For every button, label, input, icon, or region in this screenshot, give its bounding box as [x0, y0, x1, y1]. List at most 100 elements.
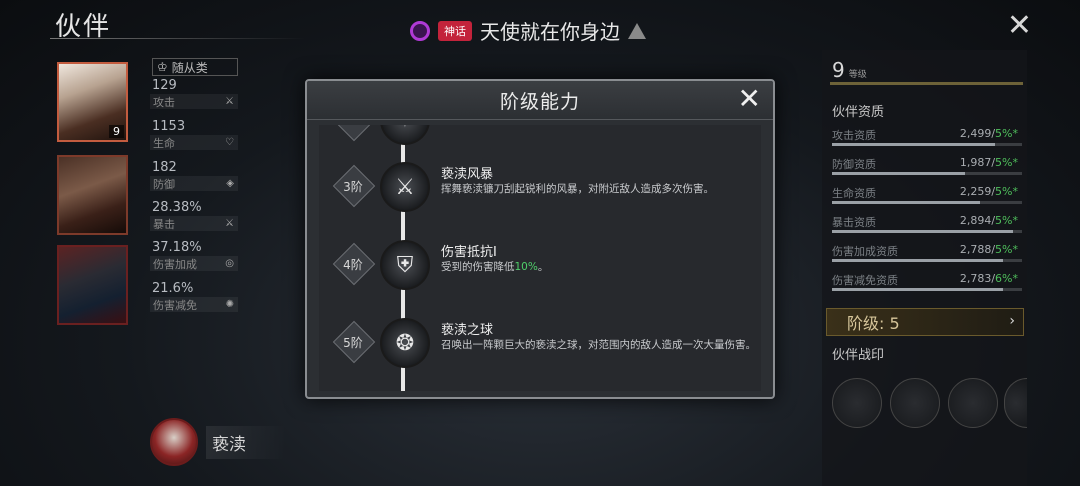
stat-label: 攻击 — [153, 95, 175, 109]
stat-dmgreduce-label: 伤害减免 ✺ — [150, 297, 238, 312]
level-value: 9 — [832, 58, 845, 82]
desc-text: 受到的伤害降低 — [441, 261, 515, 273]
stat-crit-value: 28.38% — [152, 200, 202, 215]
aptitude-bar — [832, 288, 1022, 291]
aptitude-label: 生命资质 — [832, 187, 876, 200]
stat-crit-label: 暴击 ⚔ — [150, 216, 238, 231]
aptitude-value: 2,259/5%* — [959, 185, 1018, 198]
aptitude-row: 伤害减免资质 2,783/6%* — [832, 272, 1022, 292]
portrait-level: 9 — [109, 125, 124, 138]
tier-marker-partial — [332, 125, 376, 142]
seal-slot-3[interactable] — [948, 378, 998, 428]
aptitude-value: 2,499/5%* — [959, 127, 1018, 140]
stat-attack-value: 129 — [152, 78, 177, 93]
aptitude-value: 2,783/6%* — [959, 272, 1018, 285]
desc-text: 召唤出一阵颗巨大的亵渎之球，对范围内的敌人造成一次大量伤害。 — [441, 339, 756, 351]
stat-defense-value: 182 — [152, 160, 177, 175]
stat-dmgbonus-label: 伤害加成 ◎ — [150, 256, 238, 271]
stat-label: 生命 — [153, 136, 175, 150]
stat-dmgbonus-value: 37.18% — [152, 240, 202, 255]
stat-label: 伤害减免 — [153, 298, 197, 312]
hero-name: 亵渎 — [206, 425, 286, 459]
tier-button-label: 阶级: 5 — [847, 314, 900, 333]
aptitude-row: 伤害加成资质 2,788/5%* — [832, 243, 1022, 263]
aptitude-bar — [832, 143, 1022, 146]
skill-name: 伤害抵抗I — [441, 245, 497, 260]
storm-blade-icon[interactable]: ⚔ — [380, 162, 430, 212]
close-icon[interactable]: ✕ — [1007, 8, 1032, 43]
stat-defense-label: 防御 ◈ — [150, 176, 238, 191]
aptitude-bar — [832, 259, 1022, 262]
aptitude-heading: 伙伴资质 — [832, 105, 885, 120]
skill-name: 亵渎风暴 — [441, 167, 494, 182]
aptitude-value: 2,894/5%* — [959, 214, 1018, 227]
seal-heading: 伙伴战印 — [832, 348, 885, 363]
aptitude-label: 伤害加成资质 — [832, 245, 898, 258]
category-tag: ♔ 随从类 — [152, 58, 238, 76]
desc-text: 挥舞亵渎镰刀刮起锐利的风暴，对附近敌人造成多次伤害。 — [441, 183, 714, 195]
aptitude-value: 1,987/5%* — [959, 156, 1018, 169]
avatar — [150, 418, 198, 466]
title-underline — [50, 38, 305, 39]
aptitude-row: 生命资质 2,259/5%* — [832, 185, 1022, 205]
seal-slot-2[interactable] — [890, 378, 940, 428]
dark-orb-icon[interactable]: ❂ — [380, 318, 430, 368]
swirl-icon: ◎ — [225, 258, 234, 269]
skill-icon-partial: ✦ — [380, 125, 430, 145]
aptitude-value: 2,788/5%* — [959, 243, 1018, 256]
crown-icon: ♔ — [157, 60, 168, 74]
tier-list[interactable]: ✦ 3阶 ⚔ 亵渎风暴 挥舞亵渎镰刀刮起锐利的风暴，对附近敌人造成多次伤害。 4… — [319, 125, 761, 391]
rarity-tag: 神话 — [438, 20, 472, 41]
tier-ability-modal: 阶级能力 ✕ ✦ 3阶 ⚔ 亵渎风暴 挥舞亵渎镰刀刮起锐利的风暴，对附近敌人造成… — [305, 79, 775, 399]
tier-label: 5阶 — [343, 336, 363, 350]
spark-icon: ✺ — [225, 299, 234, 310]
companion-portrait-2[interactable] — [57, 155, 128, 235]
tier-button[interactable]: 阶级: 5 › — [826, 308, 1024, 336]
level-unit: 等级 — [848, 70, 867, 80]
skill-description: 挥舞亵渎镰刀刮起锐利的风暴，对附近敌人造成多次伤害。 — [441, 181, 761, 197]
sword-slash-icon: ⚔ — [225, 96, 234, 107]
stat-label: 暴击 — [153, 217, 175, 231]
level-bar — [830, 82, 1023, 85]
shield-icon: ◈ — [226, 178, 234, 189]
stat-dmgreduce-value: 21.6% — [152, 281, 194, 296]
heart-icon: ♡ — [225, 137, 234, 148]
aptitude-label: 暴击资质 — [832, 216, 876, 229]
stat-attack-label: 攻击 ⚔ — [150, 94, 238, 109]
stat-hp-label: 生命 ♡ — [150, 135, 238, 150]
desc-highlight: 10% — [514, 261, 538, 273]
companion-portrait-1[interactable]: 9 — [57, 62, 128, 142]
announcement-text: 天使就在你身边 — [480, 20, 620, 44]
shield-trident-icon[interactable]: ⛨ — [380, 240, 430, 290]
stat-label: 伤害加成 — [153, 257, 197, 271]
desc-text: 。 — [537, 261, 549, 273]
aptitude-row: 暴击资质 2,894/5%* — [832, 214, 1022, 234]
aptitude-row: 攻击资质 2,499/5%* — [832, 127, 1022, 147]
warning-icon[interactable] — [628, 22, 646, 39]
close-icon[interactable]: ✕ — [738, 83, 761, 115]
category-label: 随从类 — [171, 60, 208, 75]
seal-slot-1[interactable] — [832, 378, 882, 428]
companion-portrait-3[interactable] — [57, 245, 128, 325]
aptitude-row: 防御资质 1,987/5%* — [832, 156, 1022, 176]
aptitude-bar — [832, 172, 1022, 175]
stat-label: 防御 — [153, 177, 175, 191]
modal-title: 阶级能力 — [499, 91, 580, 113]
aptitude-label: 伤害减免资质 — [832, 274, 898, 287]
aptitude-bar — [832, 230, 1022, 233]
skill-name: 亵渎之球 — [441, 323, 494, 338]
hero-selector[interactable]: 亵渎 — [150, 418, 286, 466]
aptitude-label: 攻击资质 — [832, 129, 876, 142]
tier-label: 3阶 — [343, 180, 363, 194]
chevron-right-icon: › — [1009, 313, 1015, 329]
stat-hp-value: 1153 — [152, 119, 186, 134]
crit-slash-icon: ⚔ — [225, 218, 234, 229]
announcement-banner[interactable]: 神话 天使就在你身边 — [410, 16, 646, 45]
aptitude-label: 防御资质 — [832, 158, 876, 171]
aptitude-bar — [832, 201, 1022, 204]
tier-label: 4阶 — [343, 258, 363, 272]
skill-description: 召唤出一阵颗巨大的亵渎之球，对范围内的敌人造成一次大量伤害。 — [441, 337, 761, 353]
spiral-icon — [410, 20, 430, 41]
level-display: 9 等级 — [832, 58, 867, 82]
skill-description: 受到的伤害降低10%。 — [441, 259, 761, 275]
